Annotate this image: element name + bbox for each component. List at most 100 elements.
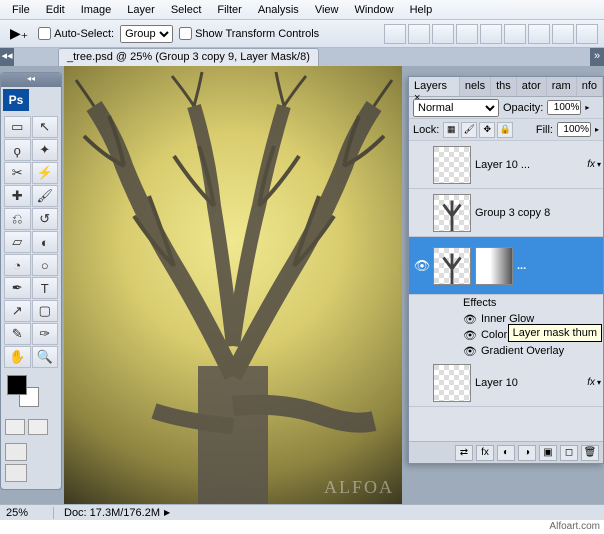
lock-position-icon[interactable]: ✥ [479,122,495,138]
path-tool[interactable]: ↗ [4,300,31,322]
chevron-icon[interactable]: ▶ [164,508,170,517]
align-btn[interactable] [480,24,502,44]
lock-pixels-icon[interactable]: 🖌 [461,122,477,138]
align-btn[interactable] [528,24,550,44]
align-btn[interactable] [384,24,406,44]
quickmask-std[interactable] [5,419,25,435]
marquee-tool[interactable]: ▭ [4,116,31,138]
align-btn[interactable] [576,24,598,44]
menu-edit[interactable]: Edit [38,2,73,18]
slice-tool[interactable]: ⚡ [32,162,59,184]
align-btn[interactable] [552,24,574,44]
visibility-icon[interactable]: 👁 [463,345,477,358]
tab-scroll-right[interactable]: » [590,48,604,66]
auto-select-dropdown[interactable]: Group [120,25,173,43]
wand-tool[interactable]: ✦ [32,139,59,161]
layer-thumb[interactable] [433,247,471,285]
menu-view[interactable]: View [307,2,347,18]
heal-tool[interactable]: ✚ [4,185,31,207]
layer-thumb[interactable] [433,194,471,232]
effect-item[interactable]: 👁Gradient Overlay [463,343,603,359]
fill-input[interactable] [557,122,591,137]
zoom-tool[interactable]: 🔍 [32,346,59,368]
layer-mask-thumb[interactable] [475,247,513,285]
visibility-icon[interactable]: 👁 [463,329,477,342]
mask-icon[interactable]: ◐ [497,445,515,461]
effects-header[interactable]: Effects [463,295,603,311]
tab-scroll-left[interactable]: ◂◂ [0,48,14,66]
opacity-slider-icon[interactable]: ▸ [585,103,589,112]
notes-tool[interactable]: ✎ [4,323,31,345]
lock-transparency-icon[interactable]: ▦ [443,122,459,138]
menu-file[interactable]: File [4,2,38,18]
lasso-tool[interactable]: ϙ [4,139,31,161]
tab-channels[interactable]: nels [460,77,491,96]
menu-image[interactable]: Image [73,2,120,18]
menu-window[interactable]: Window [346,2,401,18]
tab-info[interactable]: nfo [577,77,603,96]
auto-select-checkbox[interactable]: Auto-Select: [38,27,114,40]
pen-tool[interactable]: ✒ [4,277,31,299]
align-btn[interactable] [432,24,454,44]
visibility-icon[interactable]: 👁 [411,258,433,274]
visibility-icon[interactable]: 👁 [463,313,477,326]
tab-nav[interactable]: ator [517,77,547,96]
adjust-icon[interactable]: ◑ [518,445,536,461]
stamp-tool[interactable]: ⎌ [4,208,31,230]
crop-tool[interactable]: ✂ [4,162,31,184]
layer-name[interactable]: Group 3 copy 8 [475,207,601,219]
menu-layer[interactable]: Layer [119,2,163,18]
tab-layers[interactable]: Layers × [409,77,460,96]
menu-help[interactable]: Help [402,2,441,18]
layer-row[interactable]: Group 3 copy 8 [409,189,603,237]
blur-tool[interactable]: ◔ [4,254,31,276]
doc-info[interactable]: Doc: 17.3M/176.2M [54,507,160,519]
layer-row[interactable]: Layer 10 fx▾ [409,359,603,407]
layer-thumb[interactable] [433,146,471,184]
dodge-tool[interactable]: ○ [32,254,59,276]
fx-icon[interactable]: fx [476,445,494,461]
gradient-tool[interactable]: ◐ [32,231,59,253]
tab-paths[interactable]: ths [491,77,517,96]
layer-thumb[interactable] [433,364,471,402]
layer-row-selected[interactable]: 👁 ... [409,237,603,295]
fx-badge[interactable]: fx [587,377,595,388]
menu-analysis[interactable]: Analysis [250,2,307,18]
zoom-field[interactable]: 25% [0,507,54,519]
layer-name[interactable]: Layer 10 [475,377,587,389]
eyedrop-tool[interactable]: ✑ [32,323,59,345]
menu-select[interactable]: Select [163,2,210,18]
panel-grip[interactable]: ◂◂ [1,73,61,87]
trash-icon[interactable]: 🗑 [581,445,599,461]
move-tool[interactable]: ↖ [32,116,59,138]
brush-tool[interactable]: 🖌 [32,185,59,207]
history-tool[interactable]: ↺ [32,208,59,230]
color-swatches[interactable] [1,371,61,415]
layer-row[interactable]: Layer 10 ... fx▾ [409,141,603,189]
shape-tool[interactable]: ▢ [32,300,59,322]
layer-name[interactable]: Layer 10 ... [475,159,587,171]
canvas[interactable]: ALFOA [64,66,402,504]
screen-mode[interactable] [5,443,27,461]
align-btn[interactable] [408,24,430,44]
folder-icon[interactable]: ▣ [539,445,557,461]
lock-all-icon[interactable]: 🔒 [497,122,513,138]
tab-hist[interactable]: ram [547,77,577,96]
fx-badge[interactable]: fx [587,159,595,170]
screen-mode[interactable] [5,464,27,482]
quickmask-qm[interactable] [28,419,48,435]
type-tool[interactable]: T [32,277,59,299]
blend-mode-select[interactable]: Normal [413,99,499,117]
new-layer-icon[interactable]: ◻ [560,445,578,461]
fg-color[interactable] [7,375,27,395]
fill-slider-icon[interactable]: ▸ [595,125,599,134]
eraser-tool[interactable]: ▱ [4,231,31,253]
align-btn[interactable] [456,24,478,44]
align-btn[interactable] [504,24,526,44]
menu-filter[interactable]: Filter [209,2,249,18]
hand-tool[interactable]: ✋ [4,346,31,368]
link-icon[interactable]: ⇄ [455,445,473,461]
document-tab[interactable]: _tree.psd @ 25% (Group 3 copy 9, Layer M… [58,48,319,66]
opacity-input[interactable] [547,100,581,115]
show-transform-checkbox[interactable]: Show Transform Controls [179,27,319,40]
